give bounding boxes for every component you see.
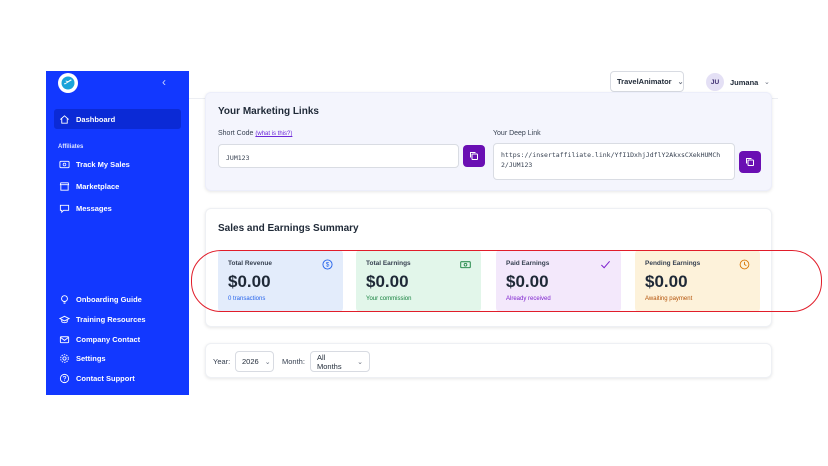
year-label: Year: <box>213 357 231 366</box>
month-select[interactable]: All Months ⌄ <box>310 351 370 372</box>
sidebar-item-label: Messages <box>76 203 112 213</box>
dollar-card-icon <box>59 160 70 168</box>
copy-deep-link-button[interactable] <box>739 151 761 173</box>
chat-icon <box>59 204 70 213</box>
sidebar-item-label: Track My Sales <box>76 159 130 169</box>
short-code-field[interactable]: JUM123 <box>218 144 459 168</box>
stat-label: Total Revenue <box>228 260 272 267</box>
chevron-down-icon: ⌄ <box>677 78 684 86</box>
project-select[interactable]: TravelAnimator ⌄ <box>610 71 684 92</box>
pending-earnings-stat: Pending Earnings $0.00 Awaiting payment <box>635 250 760 312</box>
dollar-circle-icon: $ <box>322 259 333 270</box>
stat-value: $0.00 <box>228 272 271 291</box>
month-select-value: All Months <box>317 352 342 371</box>
stat-subtext: Awaiting payment <box>645 296 693 302</box>
graduation-cap-icon <box>59 315 70 323</box>
clock-icon <box>739 259 750 270</box>
user-menu-chevron-icon[interactable]: ⌄ <box>764 78 770 86</box>
sidebar-item-label: Company Contact <box>76 334 141 344</box>
sidebar-item-settings[interactable]: Settings <box>54 348 181 368</box>
total-earnings-stat: Total Earnings $0.00 Your commission <box>356 250 481 312</box>
stat-subtext: Already received <box>506 296 551 302</box>
summary-title: Sales and Earnings Summary <box>218 223 359 234</box>
sidebar-item-onboarding-guide[interactable]: Onboarding Guide <box>54 289 181 309</box>
copy-short-code-button[interactable] <box>463 145 485 167</box>
store-icon <box>59 181 70 191</box>
sidebar-item-company-contact[interactable]: Company Contact <box>54 329 181 349</box>
stat-value: $0.00 <box>366 272 409 291</box>
deep-link-label: Your Deep Link <box>493 130 541 137</box>
stat-subtext: Your commission <box>366 296 412 302</box>
sidebar: ‹ Dashboard Affiliates Track My Sales Ma… <box>46 71 189 395</box>
sidebar-collapse-button[interactable]: ‹ <box>162 75 166 89</box>
copy-icon <box>470 152 478 160</box>
help-circle-icon <box>59 373 70 383</box>
marketing-links-title: Your Marketing Links <box>218 106 319 117</box>
date-filter-bar: Year: 2026 ⌄ Month: All Months ⌄ <box>205 343 772 378</box>
copy-icon <box>746 158 754 166</box>
user-avatar[interactable]: JU <box>706 73 724 91</box>
app-logo[interactable] <box>58 73 78 93</box>
stat-label: Pending Earnings <box>645 260 701 267</box>
sidebar-item-label: Training Resources <box>76 314 146 324</box>
sidebar-item-messages[interactable]: Messages <box>54 198 181 218</box>
project-select-value: TravelAnimator <box>617 77 672 86</box>
sidebar-item-training-resources[interactable]: Training Resources <box>54 309 181 329</box>
sidebar-item-label: Dashboard <box>76 114 116 124</box>
stat-label: Paid Earnings <box>506 260 550 267</box>
sidebar-item-label: Onboarding Guide <box>76 294 142 304</box>
chevron-left-icon: ‹ <box>162 75 166 89</box>
home-icon <box>60 114 69 124</box>
month-label: Month: <box>282 357 305 366</box>
sidebar-item-marketplace[interactable]: Marketplace <box>54 176 181 196</box>
deep-link-field[interactable]: https://insertaffiliate.link/YfI1DxhjJdf… <box>493 143 735 180</box>
short-code-label: Short Code (what is this?) <box>218 130 292 137</box>
sidebar-item-track-my-sales[interactable]: Track My Sales <box>54 154 181 174</box>
chevron-down-icon: ⌄ <box>264 358 271 366</box>
stat-label: Total Earnings <box>366 260 411 267</box>
total-revenue-stat: Total Revenue $0.00 0 transactions $ <box>218 250 343 312</box>
banknote-icon <box>460 261 471 269</box>
short-code-label-text: Short Code <box>218 130 254 137</box>
stat-subtext: 0 transactions <box>228 296 266 302</box>
chevron-down-icon: ⌄ <box>357 358 363 366</box>
sidebar-item-label: Contact Support <box>76 373 135 383</box>
sidebar-item-contact-support[interactable]: Contact Support <box>54 368 181 388</box>
mail-icon <box>59 335 70 343</box>
year-select[interactable]: 2026 ⌄ <box>235 351 274 372</box>
checkmark-icon <box>601 260 611 269</box>
year-select-value: 2026 <box>242 357 259 366</box>
user-name[interactable]: Jumana <box>730 78 758 87</box>
svg-text:$: $ <box>326 262 330 269</box>
gear-icon <box>60 353 69 363</box>
marketing-links-card: Your Marketing Links Short Code (what is… <box>205 92 772 191</box>
sidebar-item-label: Marketplace <box>76 181 120 191</box>
sidebar-section-label: Affiliates <box>58 144 84 150</box>
paid-earnings-stat: Paid Earnings $0.00 Already received <box>496 250 621 312</box>
sidebar-item-dashboard[interactable]: Dashboard <box>54 109 181 129</box>
airplane-logo-icon <box>61 76 75 90</box>
stat-value: $0.00 <box>645 272 688 291</box>
sidebar-item-label: Settings <box>76 353 106 363</box>
app-window: ‹ Dashboard Affiliates Track My Sales Ma… <box>0 0 828 466</box>
what-is-this-link[interactable]: (what is this?) <box>255 131 292 137</box>
lightbulb-icon <box>61 294 68 304</box>
sales-earnings-summary-card: Sales and Earnings Summary Total Revenue… <box>205 208 772 327</box>
stat-value: $0.00 <box>506 272 549 291</box>
